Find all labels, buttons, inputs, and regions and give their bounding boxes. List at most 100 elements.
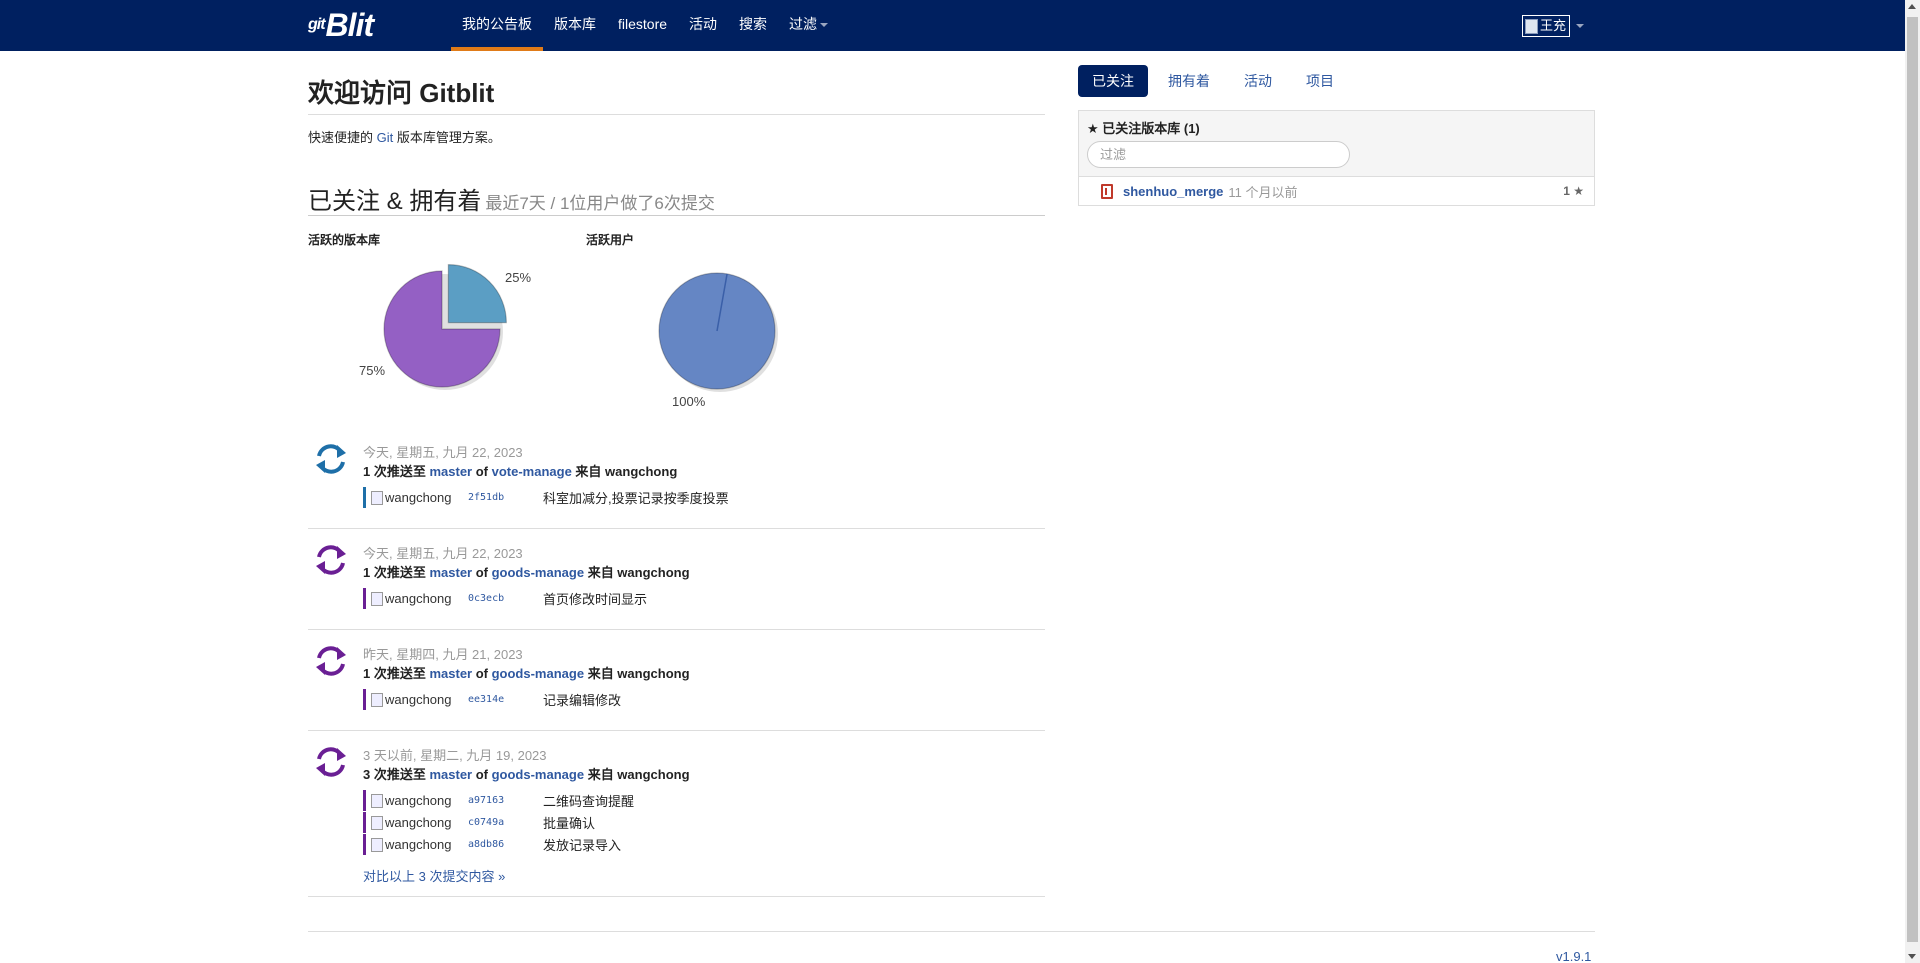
active-users-chart-title: 活跃用户: [586, 233, 635, 247]
branch-link[interactable]: master: [429, 565, 472, 580]
commit-bar: [363, 689, 366, 710]
commit-bar: [363, 812, 366, 833]
pie-slice[interactable]: [447, 264, 507, 324]
commit-message[interactable]: 记录编辑修改: [543, 690, 621, 709]
activity-date: 今天, 星期五, 九月 22, 2023: [363, 546, 523, 561]
dashboard-tabs: 已关注 拥有着 活动 项目: [1078, 65, 1354, 97]
activity-date: 今天, 星期五, 九月 22, 2023: [363, 445, 523, 460]
top-navbar: git Blit 我的公告板 版本库 filestore 活动 搜索 过滤 王充: [0, 0, 1905, 51]
tab-projects[interactable]: 项目: [1292, 65, 1348, 97]
author-avatar: wangchong: [371, 793, 468, 808]
compare-commits-link[interactable]: 对比以上 3 次提交内容 »: [363, 866, 505, 885]
nav-search[interactable]: 搜索: [728, 0, 778, 51]
logo-prefix: git: [308, 16, 326, 33]
active-users-pie-chart: [658, 272, 778, 392]
commit-author: wangchong: [385, 591, 452, 606]
author-avatar: wangchong: [371, 591, 468, 606]
push-icon: [316, 747, 346, 777]
commit-message[interactable]: 二维码查询提醒: [543, 791, 634, 810]
branch-link[interactable]: master: [429, 767, 472, 782]
commit-sha-link[interactable]: a8db86: [468, 839, 543, 850]
commit-sha-link[interactable]: c0749a: [468, 817, 543, 828]
commit-row: wangchong 2f51db 科室加减分,投票记录按季度投票: [363, 487, 729, 508]
commit-bar: [363, 487, 366, 508]
nav-repositories[interactable]: 版本库: [543, 0, 607, 51]
activity-headline: 1 次推送至 master of goods-manage 来自 wangcho…: [363, 562, 690, 581]
commit-sha-link[interactable]: 0c3ecb: [468, 593, 543, 604]
repo-link[interactable]: goods-manage: [492, 565, 584, 580]
of-text: of: [472, 464, 492, 479]
commit-row: wangchong 0c3ecb 首页修改时间显示: [363, 588, 647, 609]
push-count: 1 次推送至: [363, 565, 430, 580]
commit-bar: [363, 790, 366, 811]
commit-row: wangchong c0749a 批量确认: [363, 812, 595, 833]
repo-link[interactable]: goods-manage: [492, 666, 584, 681]
from-text: 来自 wangchong: [571, 464, 678, 479]
active-repos-chart-title: 活跃的版本库: [308, 233, 381, 247]
repo-link[interactable]: vote-manage: [492, 464, 572, 479]
commit-sha-link[interactable]: a97163: [468, 795, 543, 806]
divider: [308, 114, 1045, 115]
chevron-down-icon[interactable]: [1576, 24, 1584, 28]
nav-dashboard[interactable]: 我的公告板: [451, 0, 543, 51]
commit-bar: [363, 834, 366, 855]
commit-author: wangchong: [385, 692, 452, 707]
page-scrollbar[interactable]: [1905, 0, 1920, 963]
user-avatar[interactable]: 王充: [1522, 15, 1570, 37]
scroll-down-icon[interactable]: [1908, 954, 1916, 959]
watched-repo-row[interactable]: shenhuo_merge 11 个月以前 1 ★: [1079, 177, 1594, 205]
commit-message[interactable]: 首页修改时间显示: [543, 589, 647, 608]
repo-link[interactable]: goods-manage: [492, 767, 584, 782]
filter-input[interactable]: [1087, 141, 1350, 168]
watched-repos-title: ★ 已关注版本库 (1): [1087, 121, 1200, 136]
broken-image-icon: [371, 490, 383, 505]
repository-icon: [1101, 183, 1113, 199]
scroll-up-icon[interactable]: [1908, 4, 1916, 9]
main-nav: 我的公告板 版本库 filestore 活动 搜索 过滤: [451, 0, 839, 51]
pie-slice-label: 25%: [505, 270, 532, 285]
author-avatar: wangchong: [371, 837, 468, 852]
version-link[interactable]: v1.9.1: [1556, 949, 1591, 963]
commit-author: wangchong: [385, 793, 452, 808]
divider: [308, 528, 1045, 529]
intro-text: 快速便捷的 Git 版本库管理方案。: [308, 127, 501, 146]
tab-watched[interactable]: 已关注: [1078, 65, 1148, 97]
push-icon: [316, 444, 346, 474]
git-link[interactable]: Git: [377, 130, 394, 145]
broken-image-icon: [1525, 18, 1538, 34]
author-avatar: wangchong: [371, 490, 468, 505]
activity-headline: 3 次推送至 master of goods-manage 来自 wangcho…: [363, 764, 690, 783]
commit-message[interactable]: 科室加减分,投票记录按季度投票: [543, 488, 729, 507]
user-avatar-alt: 王充: [1540, 18, 1567, 33]
divider: [308, 629, 1045, 630]
broken-image-icon: [371, 591, 383, 606]
section-title: 已关注 & 拥有着 最近7天 / 1位用户做了6次提交: [308, 181, 715, 216]
from-text: 来自 wangchong: [584, 565, 690, 580]
divider: [308, 730, 1045, 731]
branch-link[interactable]: master: [429, 666, 472, 681]
pie-slice-label: 100%: [672, 394, 706, 409]
divider: [308, 896, 1045, 897]
commit-message[interactable]: 发放记录导入: [543, 835, 621, 854]
author-avatar: wangchong: [371, 692, 468, 707]
commit-sha-link[interactable]: ee314e: [468, 694, 543, 705]
nav-filter-label: 过滤: [789, 16, 818, 32]
tab-owned[interactable]: 拥有着: [1154, 65, 1224, 97]
repo-name-link[interactable]: shenhuo_merge: [1123, 184, 1223, 199]
nav-activity[interactable]: 活动: [678, 0, 728, 51]
tab-activity[interactable]: 活动: [1230, 65, 1286, 97]
scrollbar-thumb[interactable]: [1907, 17, 1918, 942]
footer-divider: [308, 931, 1595, 932]
branch-link[interactable]: master: [429, 464, 472, 479]
commit-sha-link[interactable]: 2f51db: [468, 492, 543, 503]
nav-filter-dropdown[interactable]: 过滤: [778, 0, 839, 51]
broken-image-icon: [371, 692, 383, 707]
logo-name: Blit: [325, 6, 375, 43]
push-count: 1 次推送至: [363, 666, 430, 681]
nav-filestore[interactable]: filestore: [607, 0, 678, 51]
chevron-down-icon: [820, 23, 829, 28]
gitblit-logo[interactable]: git Blit: [308, 6, 375, 43]
from-text: 来自 wangchong: [584, 666, 690, 681]
commit-message[interactable]: 批量确认: [543, 813, 595, 832]
watched-repos-header: ★ 已关注版本库 (1): [1079, 111, 1594, 177]
